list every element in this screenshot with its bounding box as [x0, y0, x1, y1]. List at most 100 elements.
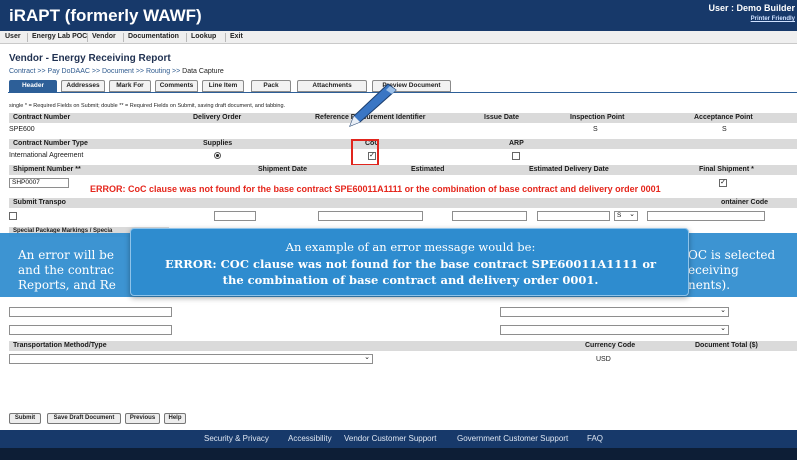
menu-separator [123, 33, 124, 42]
transport-select-value: S [617, 212, 622, 219]
currency-code-value: USD [596, 356, 611, 363]
submit-transport-checkbox[interactable] [9, 212, 17, 220]
footer-accessibility[interactable]: Accessibility [288, 434, 332, 443]
transport-input-3[interactable] [452, 211, 527, 221]
contract-number-type-value: International Agreement [9, 152, 84, 159]
save-draft-button[interactable]: Save Draft Document [47, 413, 121, 424]
page-title: Vendor - Energy Receiving Report [9, 53, 171, 64]
tooltip-right-line: eceiving [688, 263, 739, 277]
chevron-down-icon: ⌄ [364, 354, 370, 361]
header-arp: ARP [509, 140, 524, 147]
row2-header: Contract Number Type Supplies CoC ARP [9, 139, 797, 149]
transport-input-1[interactable] [214, 211, 256, 221]
inspection-point-value: S [593, 126, 598, 133]
header-currency-code: Currency Code [585, 342, 636, 349]
header-estimated: Estimated [411, 166, 445, 173]
header-supplies: Supplies [203, 140, 233, 147]
menu-exit[interactable]: Exit [230, 33, 243, 40]
header-shipment-date: Shipment Date [258, 166, 308, 173]
previous-button[interactable]: Previous [125, 413, 160, 424]
final-shipment-checkbox[interactable]: ✓ [719, 179, 727, 187]
submit-button[interactable]: Submit [9, 413, 41, 424]
tooltip-left-line: An error will be [18, 248, 114, 262]
transportation-method-select[interactable]: ⌄ [9, 354, 373, 364]
footer-faq[interactable]: FAQ [587, 434, 603, 443]
tab-pack[interactable]: Pack [251, 80, 291, 92]
lower-input-1[interactable] [9, 307, 172, 317]
tooltip-callout: An example of an error message would be:… [130, 228, 689, 296]
tab-addresses[interactable]: Addresses [61, 80, 105, 92]
tab-comments[interactable]: Comments [155, 80, 198, 92]
menu-separator [186, 33, 187, 42]
header-issue-date: Issue Date [484, 114, 520, 121]
header-document-total: Document Total ($) [695, 342, 758, 349]
transport-select[interactable]: S ⌄ [614, 211, 638, 221]
tooltip-line3: the combination of base contract and del… [222, 273, 599, 287]
menu-separator [27, 33, 28, 42]
header-acceptance-point: Acceptance Point [694, 114, 753, 121]
tab-mark-for[interactable]: Mark For [109, 80, 151, 92]
contract-number-value: SPE600 [9, 126, 35, 133]
menu-documentation[interactable]: Documentation [128, 33, 179, 40]
breadcrumb-trail[interactable]: Contract >> Pay DoDAAC >> Document >> Ro… [9, 68, 182, 75]
printer-friendly-link[interactable]: Printer Friendly [751, 16, 795, 22]
app-title: iRAPT (formerly WAWF) [9, 6, 202, 25]
footer: Security & Privacy Accessibility Vendor … [0, 430, 797, 448]
footer-vendor-support[interactable]: Vendor Customer Support [344, 434, 437, 443]
header-final-shipment: Final Shipment * [699, 166, 754, 173]
row4-header: Submit Transpo ontainer Code [9, 198, 797, 208]
header-inspection-point: Inspection Point [570, 114, 625, 121]
header-estimated-delivery-date: Estimated Delivery Date [529, 166, 609, 173]
acceptance-point-value: S [722, 126, 727, 133]
coc-highlight-box [351, 139, 379, 166]
tab-line-item[interactable]: Line Item [202, 80, 244, 92]
chevron-down-icon: ⌄ [720, 325, 726, 332]
menu-lookup[interactable]: Lookup [191, 33, 216, 40]
chevron-down-icon: ⌄ [720, 307, 726, 314]
tooltip-left-text: An error will be and the contrac Reports… [18, 248, 116, 293]
container-code-input[interactable] [647, 211, 765, 221]
header-shipment-number: Shipment Number ** [13, 166, 81, 173]
pencil-pointer-icon [349, 84, 397, 127]
row1-header: Contract Number Delivery Order Reference… [9, 113, 797, 123]
lower-input-2[interactable] [9, 325, 172, 335]
footer-security-privacy[interactable]: Security & Privacy [204, 434, 269, 443]
menu-bar: User Energy Lab POC Vendor Documentation… [0, 31, 797, 44]
tab-divider [8, 92, 797, 93]
breadcrumb: Contract >> Pay DoDAAC >> Document >> Ro… [9, 68, 224, 75]
error-message: ERROR: CoC clause was not found for the … [90, 184, 661, 194]
menu-separator [225, 33, 226, 42]
tooltip-line2: ERROR: COC clause was not found for the … [164, 257, 657, 271]
transport-input-2[interactable] [318, 211, 423, 221]
row3-header: Shipment Number ** Shipment Date Estimat… [9, 165, 797, 175]
header-transportation-method: Transportation Method/Type [13, 342, 107, 349]
breadcrumb-current: Data Capture [182, 68, 224, 75]
tab-header[interactable]: Header [9, 80, 57, 92]
menu-energy-lab-poc[interactable]: Energy Lab POC [32, 33, 87, 40]
header-delivery-order: Delivery Order [193, 114, 242, 121]
arp-checkbox[interactable] [512, 152, 520, 160]
tooltip-right-line: nents). [688, 278, 731, 292]
app-header: iRAPT (formerly WAWF) User : Demo Builde… [0, 0, 797, 31]
supplies-radio[interactable] [214, 152, 221, 159]
menu-user[interactable]: User [5, 33, 21, 40]
tooltip-line1: An example of an error message would be: [285, 240, 536, 254]
chevron-down-icon: ⌄ [629, 211, 635, 218]
footer-strip [0, 448, 797, 460]
shipment-number-input[interactable]: SHP0007 [9, 178, 69, 188]
transport-input-4[interactable] [537, 211, 610, 221]
user-label: User : Demo Builder [708, 3, 795, 13]
tooltip-left-line: Reports, and Re [18, 278, 116, 292]
lower-select-2[interactable]: ⌄ [500, 325, 729, 335]
header-submit-transport: Submit Transpo [13, 199, 66, 206]
required-fields-note: single * = Required Fields on Submit; do… [9, 103, 286, 109]
header-contract-number-type: Contract Number Type [13, 140, 88, 147]
tooltip-right-line: OC is selected [688, 248, 776, 262]
footer-government-support[interactable]: Government Customer Support [457, 434, 568, 443]
menu-vendor[interactable]: Vendor [92, 33, 116, 40]
lower-select-1[interactable]: ⌄ [500, 307, 729, 317]
help-button[interactable]: Help [164, 413, 186, 424]
header-contract-number: Contract Number [13, 114, 71, 121]
header-container-code: ontainer Code [721, 199, 769, 206]
tooltip-right-text: OC is selected eceiving nents). [688, 248, 775, 293]
